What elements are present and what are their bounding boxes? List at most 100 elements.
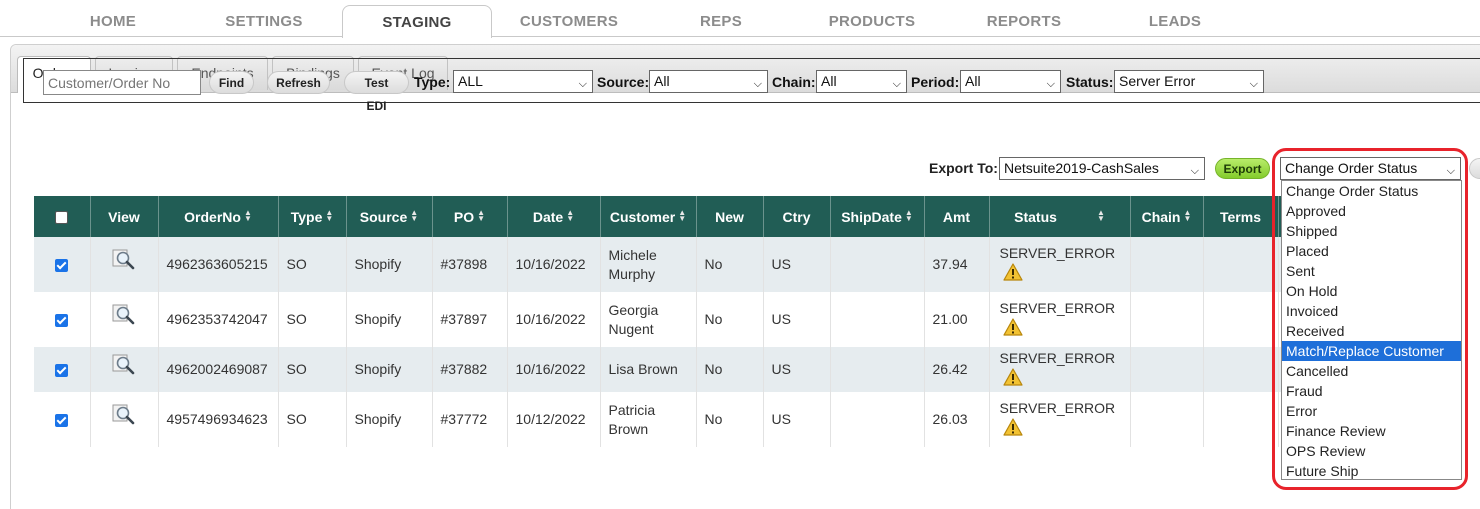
- row-checkbox[interactable]: [55, 363, 69, 377]
- amt-value: 26.03: [932, 411, 968, 427]
- status-option[interactable]: On Hold: [1282, 281, 1461, 301]
- warning-icon: [1002, 417, 1023, 441]
- status-filter-select[interactable]: Server Error ⌵: [1114, 70, 1264, 93]
- cell-date: 10/12/2022: [507, 392, 601, 447]
- source-value: Shopify: [354, 256, 402, 272]
- sort-icon: ▲ ▼: [1096, 207, 1105, 223]
- nav-tab-customers[interactable]: CUSTOMERS: [512, 8, 626, 36]
- cell-new: No: [696, 347, 764, 392]
- status-option[interactable]: Cancelled: [1282, 361, 1461, 381]
- magnifier-icon[interactable]: [112, 303, 136, 330]
- cell-customer: Georgia Nugent: [600, 292, 697, 347]
- nav-tab-settings[interactable]: SETTINGS: [212, 8, 316, 36]
- nav-tab-reports[interactable]: REPORTS: [980, 8, 1068, 36]
- nav-tab-home[interactable]: HOME: [76, 8, 150, 36]
- magnifier-icon[interactable]: [112, 353, 136, 380]
- col-header-status[interactable]: Status ▲ ▼: [989, 196, 1131, 237]
- new-value: No: [704, 256, 723, 272]
- period-filter-label: Period:: [911, 74, 960, 90]
- change-order-status-select[interactable]: Change Order Status ⌵: [1280, 157, 1461, 180]
- order-no-value: 4962363605215: [166, 256, 268, 272]
- sort-icon: ▲ ▼: [1183, 207, 1192, 223]
- status-value: SERVER_ERROR: [999, 349, 1116, 366]
- cell-type: SO: [278, 292, 347, 347]
- col-header-customer[interactable]: Customer ▲ ▼: [600, 196, 697, 237]
- col-header-shipdate[interactable]: ShipDate ▲ ▼: [830, 196, 925, 237]
- order-no-value: 4962353742047: [166, 311, 268, 327]
- cell-source: Shopify: [346, 392, 433, 447]
- status-value: SERVER_ERROR: [999, 244, 1116, 261]
- status-option[interactable]: Approved: [1282, 201, 1461, 221]
- view-cell: [90, 237, 159, 292]
- sort-icon: ▲ ▼: [678, 207, 687, 223]
- status-filter-label: Status:: [1066, 74, 1114, 90]
- col-header-ctry: Ctry: [763, 196, 831, 237]
- status-option[interactable]: Change Order Status: [1282, 181, 1461, 201]
- col-header-date[interactable]: Date ▲ ▼: [507, 196, 601, 237]
- status-option[interactable]: Received: [1282, 321, 1461, 341]
- cell-status: SERVER_ERROR: [989, 237, 1131, 292]
- cell-order-no: 4962363605215: [158, 237, 279, 292]
- col-header-type[interactable]: Type ▲ ▼: [278, 196, 347, 237]
- col-header-orderno[interactable]: OrderNo ▲ ▼: [158, 196, 279, 237]
- cell-date: 10/16/2022: [507, 292, 601, 347]
- sort-icon: ▲ ▼: [243, 207, 252, 223]
- row-checkbox[interactable]: [55, 413, 69, 427]
- table-row[interactable]: 4957496934623 SO Shopify #37772 10/12/2022 Pa…: [34, 392, 1355, 447]
- col-header-source[interactable]: Source ▲ ▼: [346, 196, 433, 237]
- status-option[interactable]: Match/Replace Customer: [1282, 341, 1461, 361]
- nav-tab-leads[interactable]: LEADS: [1140, 8, 1210, 36]
- chain-filter-label: Chain:: [772, 74, 816, 90]
- date-value: 10/12/2022: [515, 411, 586, 427]
- table-row[interactable]: 4962002469087 SO Shopify #37882 10/16/2022 Li…: [34, 347, 1355, 392]
- search-input[interactable]: [43, 70, 201, 95]
- status-option[interactable]: Future Ship: [1282, 461, 1461, 481]
- status-option[interactable]: OPS Review: [1282, 441, 1461, 461]
- cell-terms: [1203, 237, 1279, 292]
- nav-tab-staging[interactable]: STAGING: [342, 5, 492, 38]
- cell-ctry: US: [763, 292, 831, 347]
- cell-type: SO: [278, 347, 347, 392]
- test-edi-button[interactable]: Test EDI: [344, 71, 409, 113]
- nav-tab-products[interactable]: PRODUCTS: [822, 8, 922, 36]
- magnifier-icon[interactable]: [112, 403, 136, 430]
- row-select-cell: [34, 347, 91, 392]
- table-header-row: View OrderNo ▲ ▼ Type ▲ ▼ Source ▲ ▼ PO ▲ ▼ Date…: [34, 196, 1355, 237]
- cell-amt: 37.94: [924, 237, 990, 292]
- export-button[interactable]: Export: [1215, 158, 1270, 179]
- chain-select[interactable]: All ⌵: [816, 70, 907, 93]
- status-option[interactable]: Finance Review: [1282, 421, 1461, 441]
- chevron-down-icon: ⌵: [1249, 78, 1258, 90]
- status-option[interactable]: Error: [1282, 401, 1461, 421]
- col-header-chain[interactable]: Chain ▲ ▼: [1130, 196, 1204, 237]
- select-all-checkbox[interactable]: [55, 211, 69, 225]
- magnifier-icon[interactable]: [112, 248, 136, 275]
- po-value: #37882: [440, 361, 488, 377]
- period-select[interactable]: All ⌵: [960, 70, 1061, 93]
- status-option[interactable]: Invoiced: [1282, 301, 1461, 321]
- export-target-select[interactable]: Netsuite2019-CashSales ⌵: [999, 157, 1205, 180]
- source-select[interactable]: All ⌵: [649, 70, 768, 93]
- refresh-button[interactable]: Refresh: [267, 71, 330, 94]
- row-select-cell: [34, 237, 91, 292]
- status-option[interactable]: Sent: [1282, 261, 1461, 281]
- cell-ship-date: [830, 292, 925, 347]
- type-value: SO: [286, 256, 307, 272]
- sort-icon: ▲ ▼: [477, 207, 486, 223]
- status-option[interactable]: Placed: [1282, 241, 1461, 261]
- col-header-po[interactable]: PO ▲ ▼: [432, 196, 508, 237]
- table-row[interactable]: 4962353742047 SO Shopify #37897 10/16/2022 Ge…: [34, 292, 1355, 347]
- status-option[interactable]: Fraud: [1282, 381, 1461, 401]
- cell-customer: Patricia Brown: [600, 392, 697, 447]
- row-checkbox[interactable]: [55, 313, 69, 327]
- ctry-value: US: [771, 256, 791, 272]
- status-option[interactable]: Shipped: [1282, 221, 1461, 241]
- top-nav-divider: [0, 36, 1480, 37]
- find-button[interactable]: Find: [209, 71, 254, 94]
- row-checkbox[interactable]: [55, 258, 69, 272]
- type-select[interactable]: ALL ⌵: [453, 70, 593, 93]
- table-row[interactable]: 4962363605215 SO Shopify #37898 10/16/2022 Mi…: [34, 237, 1355, 292]
- nav-tab-reps[interactable]: REPS: [690, 8, 752, 36]
- cell-new: No: [696, 392, 764, 447]
- cell-amt: 26.03: [924, 392, 990, 447]
